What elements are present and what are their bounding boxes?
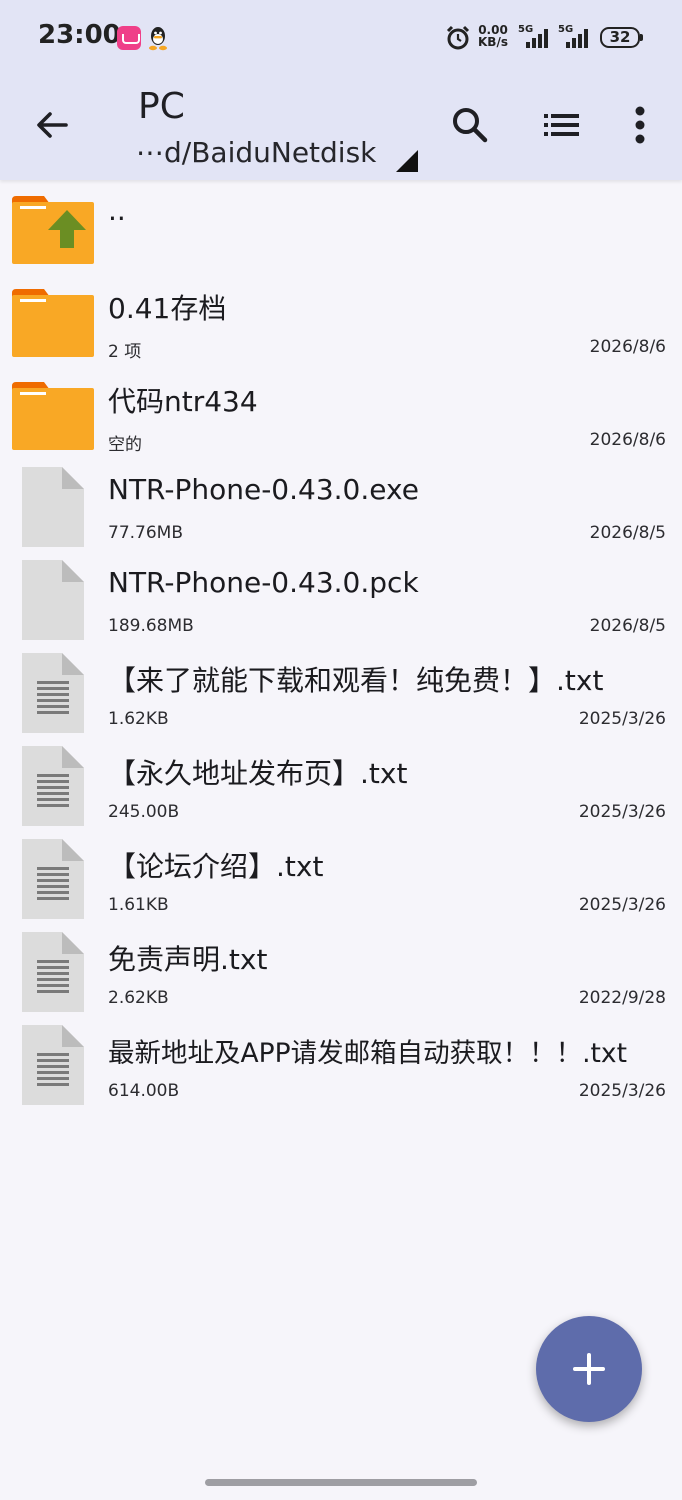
file-meta: 245.00B <box>108 802 180 822</box>
list-item-text-file[interactable]: 免责声明.txt 2.62KB 2022/9/28 <box>0 924 682 1017</box>
signal-sim1: 5G <box>518 22 554 50</box>
file-date: 2026/8/5 <box>589 616 666 636</box>
folder-icon <box>12 289 94 357</box>
file-icon <box>22 560 84 640</box>
list-item-file[interactable]: NTR-Phone-0.43.0.exe 77.76MB 2026/8/5 <box>0 459 682 552</box>
add-fab-button[interactable] <box>536 1316 642 1422</box>
file-name: NTR-Phone-0.43.0.pck <box>108 566 419 599</box>
signal-sim2: 5G <box>558 22 594 50</box>
qq-icon <box>149 27 167 51</box>
dropdown-triangle-icon[interactable] <box>396 150 418 172</box>
list-item-text-file[interactable]: 【论坛介绍】.txt 1.61KB 2025/3/26 <box>0 831 682 924</box>
file-name: 【论坛介绍】.txt <box>108 850 324 883</box>
file-meta: 1.61KB <box>108 895 169 915</box>
net-speed: 0.00 KB/s <box>478 24 508 48</box>
list-item-folder[interactable]: 0.41存档 2 项 2026/8/6 <box>0 273 682 366</box>
file-name: 【来了就能下载和观看！纯免费！】.txt <box>108 664 604 697</box>
file-date: 2026/8/6 <box>589 337 666 357</box>
page-title: PC <box>138 86 185 127</box>
file-icon <box>22 467 84 547</box>
path-selector[interactable]: ⋯d/BaiduNetdisk <box>136 136 376 169</box>
text-file-icon <box>22 932 84 1012</box>
file-name: 最新地址及APP请发邮箱自动获取！！！.txt <box>108 1038 627 1069</box>
back-arrow-icon[interactable] <box>30 103 74 147</box>
battery-icon: 32 <box>600 27 643 48</box>
file-meta: 614.00B <box>108 1081 180 1101</box>
file-meta: 2 项 <box>108 342 142 362</box>
file-name: 0.41存档 <box>108 292 227 325</box>
file-date: 2025/3/26 <box>578 709 666 729</box>
file-date: 2022/9/28 <box>578 988 666 1008</box>
file-name: NTR-Phone-0.43.0.exe <box>108 473 419 506</box>
text-file-icon <box>22 839 84 919</box>
list-view-icon[interactable] <box>540 103 584 147</box>
more-vert-icon[interactable] <box>618 103 662 147</box>
list-item-file[interactable]: NTR-Phone-0.43.0.pck 189.68MB 2026/8/5 <box>0 552 682 645</box>
file-date: 2026/8/5 <box>589 523 666 543</box>
search-icon[interactable] <box>448 103 492 147</box>
file-name: 代码ntr434 <box>108 385 258 418</box>
file-meta: 77.76MB <box>108 523 183 543</box>
list-item-text-file[interactable]: 【永久地址发布页】.txt 245.00B 2025/3/26 <box>0 738 682 831</box>
text-file-icon <box>22 1025 84 1105</box>
signal-icon <box>566 29 588 48</box>
file-name: 免责声明.txt <box>108 943 268 976</box>
plus-icon <box>573 1353 605 1385</box>
folder-up-icon <box>12 196 94 264</box>
file-date: 2025/3/26 <box>578 895 666 915</box>
list-item-parent[interactable]: .. <box>0 180 682 273</box>
file-meta: 空的 <box>108 435 142 455</box>
file-meta: 189.68MB <box>108 616 194 636</box>
file-date: 2026/8/6 <box>589 430 666 450</box>
status-time: 23:00 <box>38 20 121 50</box>
folder-icon <box>12 382 94 450</box>
text-file-icon <box>22 746 84 826</box>
net-speed-unit: KB/s <box>478 35 508 49</box>
file-meta: 2.62KB <box>108 988 169 1008</box>
signal-icon <box>526 29 548 48</box>
file-meta: 1.62KB <box>108 709 169 729</box>
list-item-folder[interactable]: 代码ntr434 空的 2026/8/6 <box>0 366 682 459</box>
file-name: .. <box>108 194 126 227</box>
file-date: 2025/3/26 <box>578 802 666 822</box>
status-bar: 23:00 0.00 KB/s 5G 5G 32 <box>0 0 682 76</box>
file-date: 2025/3/26 <box>578 1081 666 1101</box>
alarm-icon <box>446 25 470 50</box>
list-item-text-file[interactable]: 最新地址及APP请发邮箱自动获取！！！.txt 614.00B 2025/3/2… <box>0 1017 682 1110</box>
gesture-nav-handle[interactable] <box>205 1479 477 1486</box>
text-file-icon <box>22 653 84 733</box>
list-item-text-file[interactable]: 【来了就能下载和观看！纯免费！】.txt 1.62KB 2025/3/26 <box>0 645 682 738</box>
app-icon <box>117 26 141 50</box>
top-app-bar: 23:00 0.00 KB/s 5G 5G 32 PC ⋯d/BaiduNetd… <box>0 0 682 180</box>
file-name: 【永久地址发布页】.txt <box>108 757 408 790</box>
